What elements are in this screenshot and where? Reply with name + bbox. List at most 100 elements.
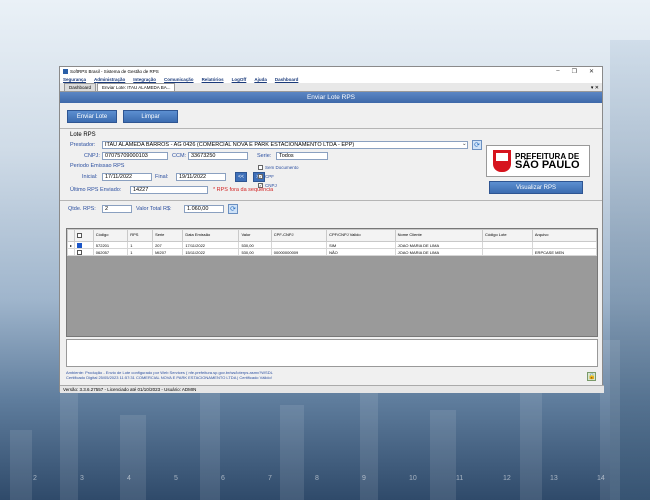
tab-dashboard[interactable]: Dashboard (64, 83, 97, 91)
grid-header-select[interactable] (74, 229, 94, 242)
app-icon (63, 69, 68, 74)
row-marker (66, 248, 76, 256)
city-crest-icon (493, 150, 511, 172)
axis-tick: 11 (456, 475, 464, 482)
grid-header-serie[interactable]: Serie (152, 229, 184, 242)
previous-period-button[interactable]: << (235, 172, 247, 182)
view-rps-button[interactable]: Visualizar RPS (489, 181, 583, 194)
serie-select[interactable]: Todos (276, 152, 328, 160)
cell-nome: JOAO MARIA DE LIMA (394, 241, 484, 249)
axis-tick: 7 (268, 475, 272, 482)
log-panel[interactable] (66, 339, 598, 367)
menu-integracao[interactable]: Integração (133, 77, 156, 82)
checkbox-box[interactable]: ✓ (258, 174, 263, 179)
refresh-icon[interactable]: ⟳ (472, 140, 482, 150)
menu-logoff[interactable]: LogOff (232, 77, 247, 82)
recalculate-icon[interactable]: ⟳ (228, 204, 238, 214)
valor-total-field: 1.060,00 (184, 205, 224, 213)
cell-cpf-cnpj (270, 241, 328, 249)
status-line-certificado: Certificado Digital 25/05/2023 11:57:31 … (66, 375, 272, 380)
menu-relatorios[interactable]: Relatórios (202, 77, 224, 82)
checkbox-unchecked[interactable] (77, 249, 83, 255)
menu-administracao[interactable]: Administração (94, 77, 125, 82)
end-date-field[interactable]: 19/11/2022 (176, 173, 226, 181)
tab-enviar-lote[interactable]: Enviar Lote: ITAU ALAMEDA BA... (97, 83, 176, 91)
axis-tick: 13 (550, 475, 558, 482)
axis-tick: 14 (597, 475, 605, 482)
cell-serie: 207 (152, 241, 184, 249)
table-row[interactable]: 062057 1 MI207 15/11/2022 530,00 0000000… (66, 248, 598, 256)
certificate-lock-icon[interactable]: 🔒 (587, 372, 596, 381)
rps-grid: Código RPS Serie Data Emissão Valor CPF-… (66, 228, 598, 337)
checkbox-box[interactable] (258, 165, 263, 170)
cnpj-field[interactable]: 07075709000103 (102, 152, 168, 160)
grid-header-arquivo[interactable]: Arquivo (531, 229, 598, 242)
row-marker: ▸ (66, 241, 76, 249)
chevron-down-icon[interactable]: ⌄ (462, 141, 467, 147)
table-row[interactable]: ▸ 572201 1 207 17/11/2022 530,00 SIM JOA… (66, 241, 598, 249)
ccm-field[interactable]: 33673250 (188, 152, 248, 160)
axis-tick: 12 (503, 475, 511, 482)
menu-ajuda[interactable]: Ajuda (254, 77, 267, 82)
send-batch-button[interactable]: Enviar Lote (67, 110, 117, 123)
grid-header-nome[interactable]: Nome Cliente (394, 229, 484, 242)
sem-documento-checkbox[interactable]: Sem Documento (258, 165, 299, 170)
grid-header-codigo[interactable]: Código (92, 229, 129, 242)
inicial-label: Inicial: (82, 174, 98, 180)
cell-cpf-cnpj: 00000000009 (270, 248, 328, 256)
minimize-button[interactable]: – (556, 68, 559, 75)
cell-arquivo (531, 241, 598, 249)
lote-section: Lote RPS Prestador: ITAU ALAMEDA BARROS … (60, 129, 602, 201)
background-axis: 2 3 4 5 6 7 8 9 10 11 12 13 14 (0, 472, 650, 492)
select-all-checkbox[interactable] (77, 232, 83, 238)
cell-data: 17/11/2022 (182, 241, 240, 249)
checkbox-checked[interactable] (77, 242, 83, 248)
grid-header-data[interactable]: Data Emissão (182, 229, 240, 242)
checkbox-label: CPF (265, 174, 274, 179)
page-title: Enviar Lote RPS (60, 92, 602, 103)
cell-codigo: 572201 (92, 241, 129, 249)
close-window-button[interactable]: ✕ (589, 68, 594, 75)
prestador-select[interactable]: ITAU ALAMEDA BARROS - AG 0426 (COMERCIAL… (102, 141, 468, 149)
cell-nome: JOAO MARIA DE LIMA (394, 248, 484, 256)
axis-tick: 4 (127, 475, 131, 482)
menu-dashboard[interactable]: Dashboard (275, 77, 299, 82)
grid-header-valor[interactable]: Valor (238, 229, 272, 242)
grid-header-lote[interactable]: Código Lote (482, 229, 533, 242)
periodo-label: Periodo Emissao RPS (70, 163, 125, 169)
ultimo-rps-label: Último RPS Enviado: (70, 187, 122, 193)
axis-tick: 9 (362, 475, 366, 482)
cell-lote (482, 248, 533, 256)
prestador-label: Prestador: (70, 142, 96, 148)
cell-codigo: 062057 (92, 248, 129, 256)
cell-data: 15/11/2022 (182, 248, 240, 256)
cell-rps: 1 (127, 241, 154, 249)
row-checkbox[interactable] (74, 241, 94, 249)
menu-bar: Segurança Administração Integração Comun… (60, 76, 602, 83)
menu-seguranca[interactable]: Segurança (63, 77, 86, 82)
cell-valido: SIM (326, 241, 396, 249)
tab-strip: Dashboard Enviar Lote: ITAU ALAMEDA BA..… (60, 83, 602, 92)
axis-tick: 6 (221, 475, 225, 482)
cell-arquivo: ERPCASE MEN (531, 248, 598, 256)
axis-tick: 8 (315, 475, 319, 482)
grid-header-valido[interactable]: CPF/CNPJ Valido (326, 229, 396, 242)
axis-tick: 10 (409, 475, 417, 482)
checkbox-label: Sem Documento (265, 165, 299, 170)
sequence-warning: * RPS fora da sequência (213, 187, 274, 193)
grid-header-rps[interactable]: RPS (127, 229, 154, 242)
last-rps-field[interactable]: 14227 (130, 186, 208, 194)
maximize-button[interactable]: ❐ (572, 68, 577, 75)
grid-header-cpf-cnpj[interactable]: CPF-CNPJ (270, 229, 328, 242)
cpf-checkbox[interactable]: ✓ CPF (258, 174, 274, 179)
cell-lote (482, 241, 533, 249)
cell-valor: 530,00 (238, 241, 272, 249)
tab-controls[interactable]: ▾ ✕ (591, 85, 599, 91)
cell-rps: 1 (127, 248, 154, 256)
menu-comunicacao[interactable]: Comunicação (164, 77, 194, 82)
clear-button[interactable]: Limpar (123, 110, 178, 123)
axis-tick: 2 (33, 475, 37, 482)
row-checkbox[interactable] (74, 248, 94, 256)
start-date-field[interactable]: 17/11/2022 (102, 173, 152, 181)
window-title: SoftRPS Brasil - Sistema de Gestão de RP… (70, 69, 159, 74)
